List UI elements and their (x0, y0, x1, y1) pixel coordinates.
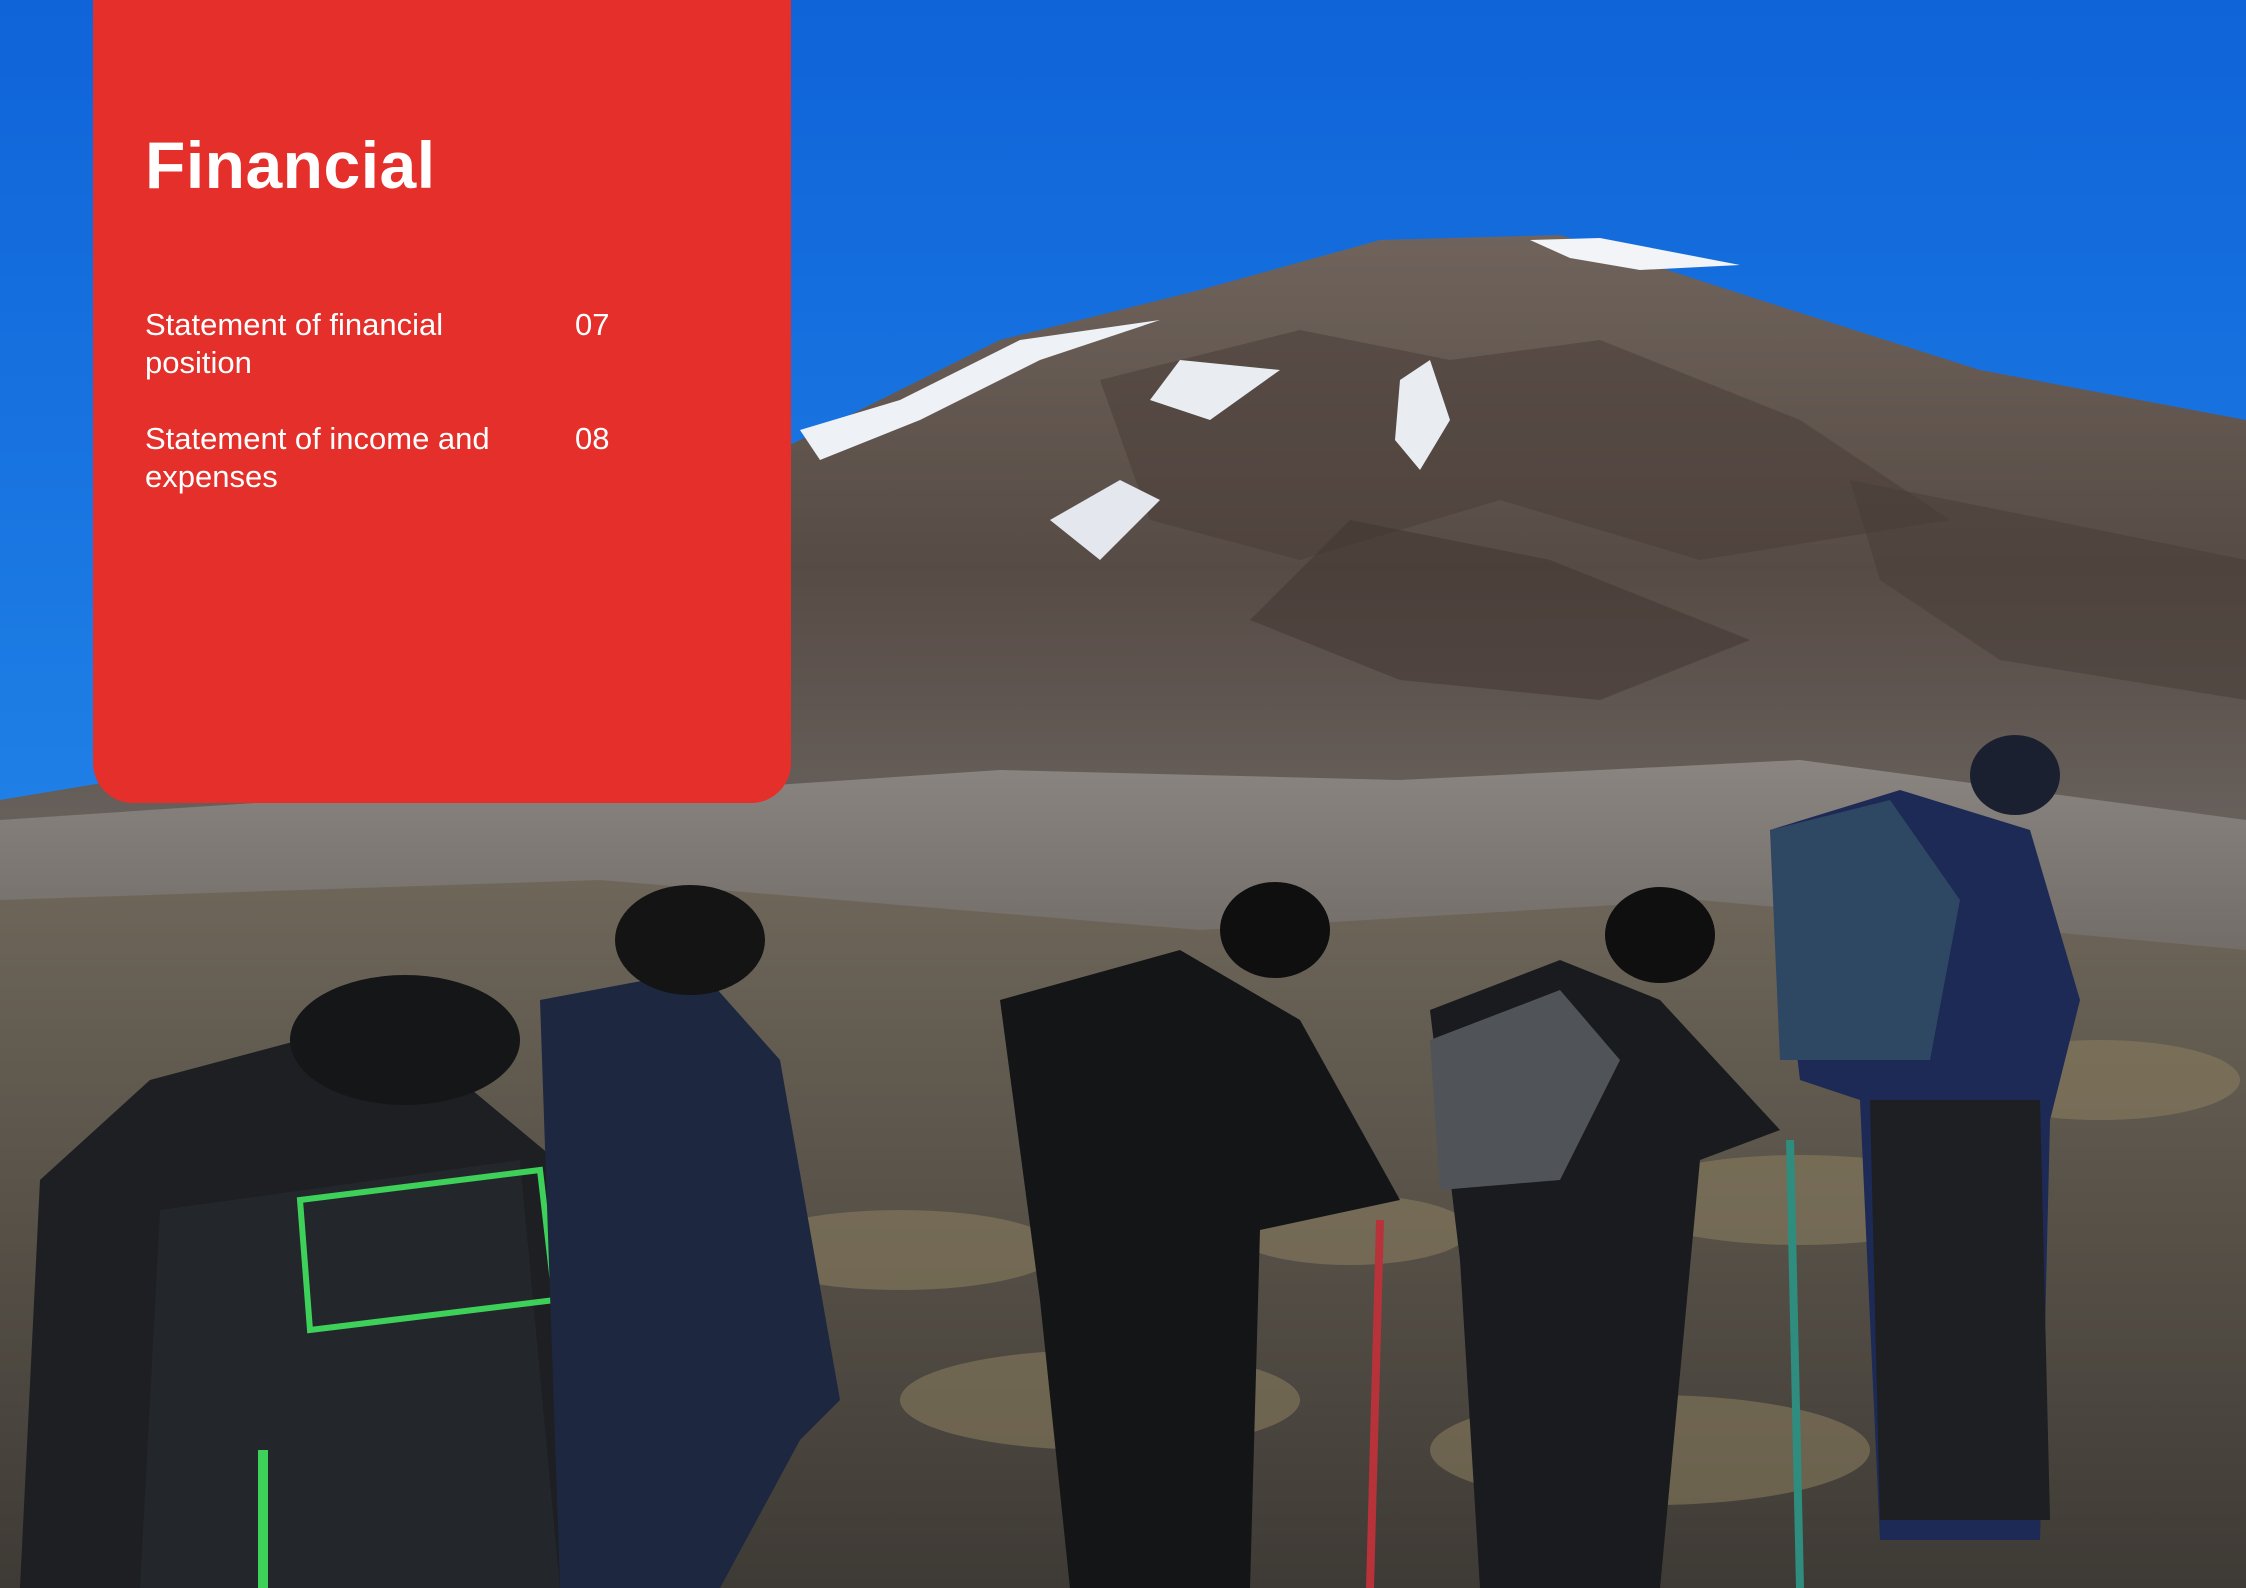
contents-list: Statement of financial position 07 State… (145, 306, 705, 534)
contents-item-page: 08 (575, 421, 610, 456)
contents-item-label: Statement of income and expenses (145, 421, 490, 494)
panel-title: Financial (145, 128, 436, 202)
report-page: Financial Statement of financial positio… (0, 0, 2246, 1588)
contents-item[interactable]: Statement of income and expenses 08 (145, 420, 705, 496)
contents-panel: Financial Statement of financial positio… (93, 0, 791, 803)
contents-item-label: Statement of financial position (145, 307, 444, 380)
contents-item[interactable]: Statement of financial position 07 (145, 306, 705, 382)
contents-item-page: 07 (575, 307, 610, 342)
